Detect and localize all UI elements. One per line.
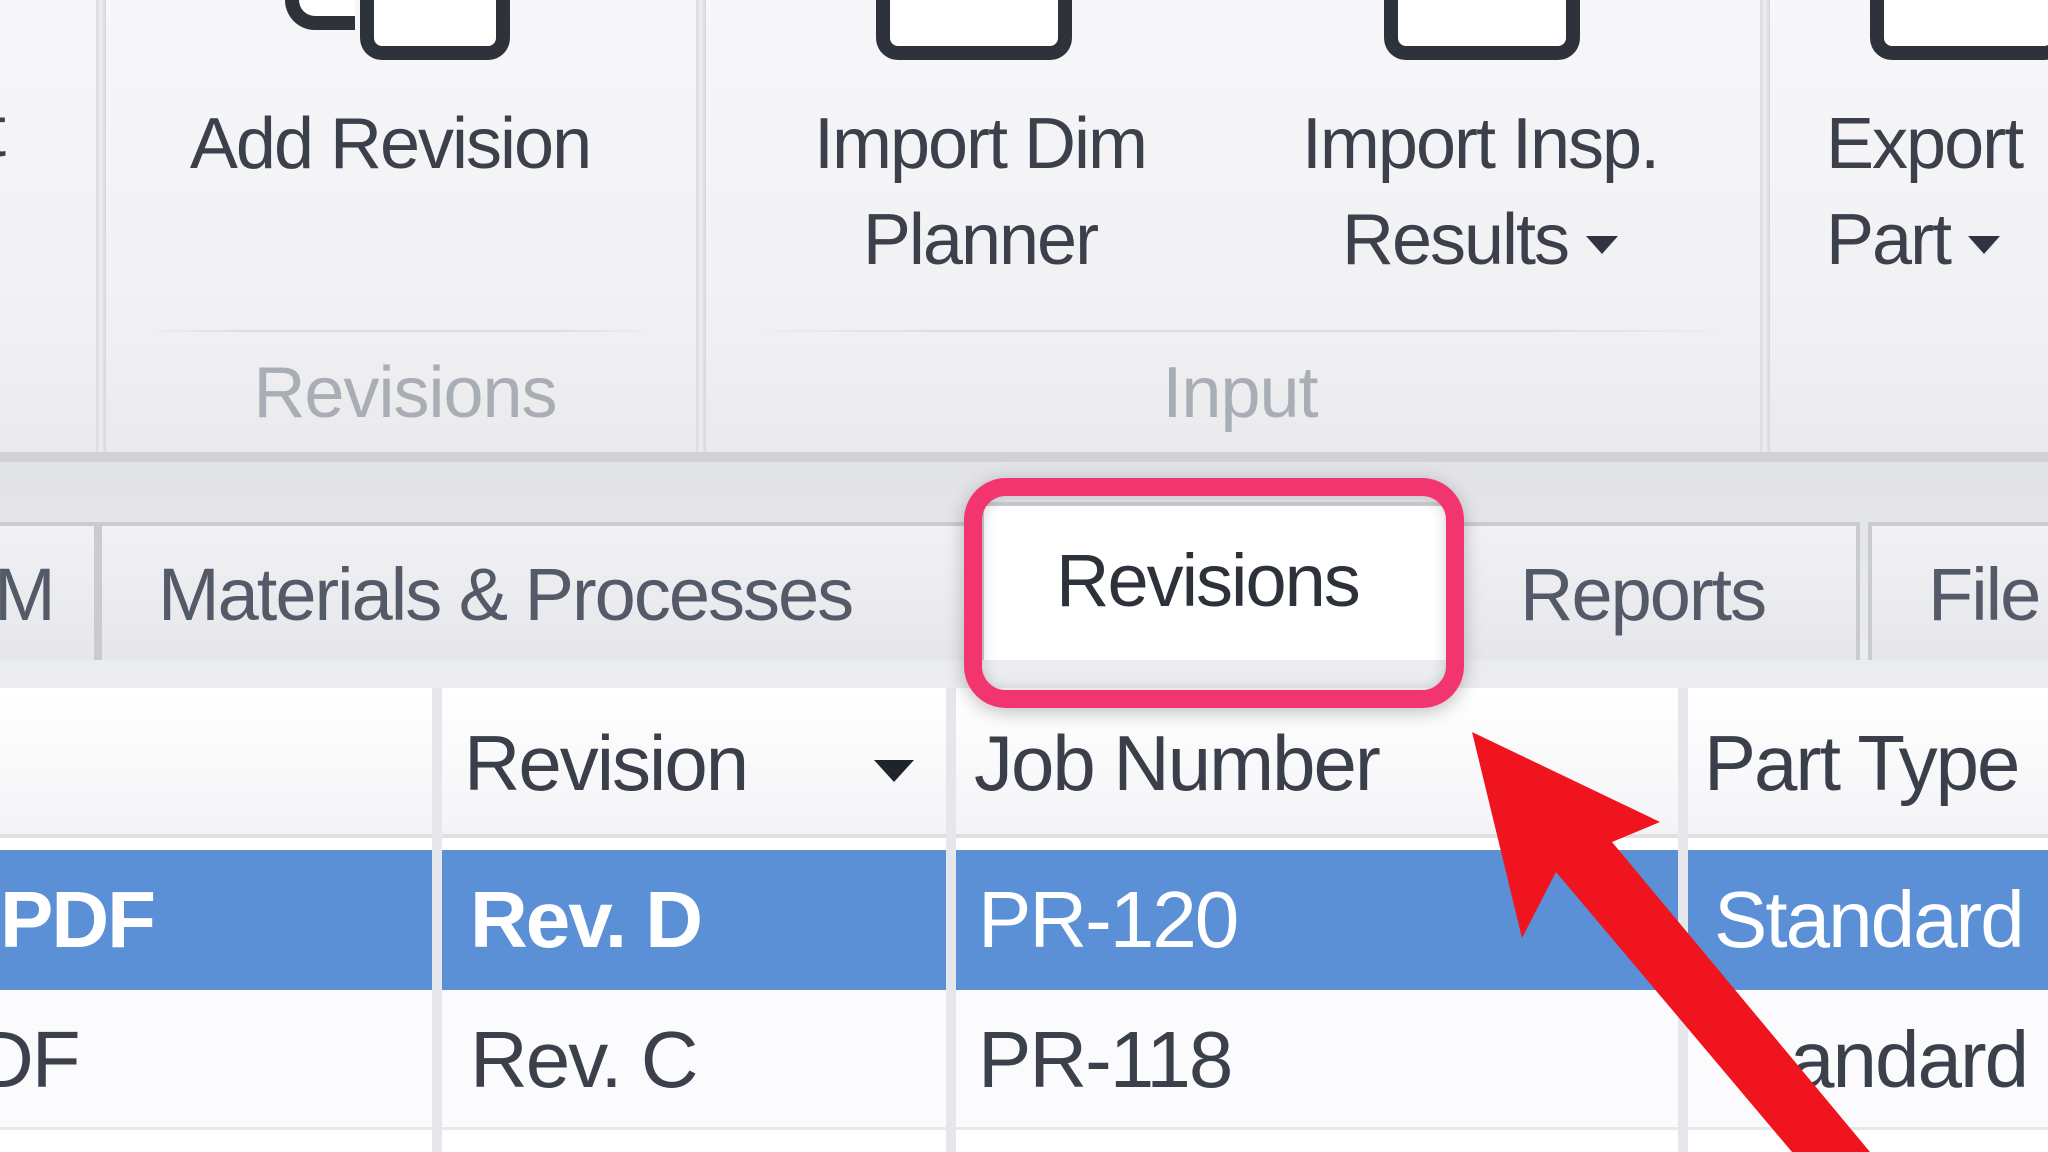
column-divider[interactable] bbox=[1678, 688, 1688, 1152]
tab-label: Revisions bbox=[1056, 539, 1361, 622]
tab-files[interactable]: File bbox=[1868, 522, 2048, 660]
group-divider-line bbox=[740, 330, 1740, 332]
column-header-label: Part Type bbox=[1704, 719, 2020, 807]
ribbon-group-separator bbox=[696, 0, 706, 452]
table-row[interactable]: DF Rev. C PR-118 andard bbox=[0, 990, 2048, 1130]
import-insp-results-label-line2: Results bbox=[1220, 192, 1740, 288]
import-dim-planner-button[interactable]: Import Dim Planner bbox=[740, 96, 1220, 288]
tab-partial[interactable]: M bbox=[0, 522, 98, 660]
tab-materials-processes[interactable]: Materials & Processes bbox=[98, 522, 978, 660]
ribbon-group-separator bbox=[1760, 0, 1770, 452]
column-divider[interactable] bbox=[946, 688, 956, 1152]
column-header-part-type[interactable]: Part Type bbox=[1680, 688, 2048, 838]
import-dim-planner-icon bbox=[876, 0, 1072, 60]
column-header-revision[interactable]: Revision bbox=[440, 688, 950, 838]
export-part-icon bbox=[1870, 0, 2048, 60]
column-header-label: Revision bbox=[464, 719, 749, 807]
table-row-selected[interactable]: PDF Rev. D PR-120 Standard bbox=[0, 850, 2048, 990]
group-divider-line bbox=[140, 330, 660, 332]
sort-desc-icon[interactable] bbox=[874, 760, 914, 782]
tab-revisions[interactable]: Revisions bbox=[980, 502, 1450, 660]
ribbon-button-partial[interactable]: t bbox=[0, 84, 26, 180]
tab-label: M bbox=[0, 553, 56, 636]
import-dim-planner-label-line1: Import Dim bbox=[813, 104, 1148, 184]
cell-part-type: Standard bbox=[1714, 875, 2025, 964]
export-part-label-line2: Part bbox=[1826, 192, 2048, 288]
revisions-grid: Revision Job Number Part Type PDF Rev. D… bbox=[0, 688, 2048, 1152]
cell-part-type: andard bbox=[1790, 1015, 2029, 1104]
import-insp-results-icon bbox=[1384, 0, 1580, 60]
cell-first: PDF bbox=[0, 875, 156, 964]
column-header-blank[interactable] bbox=[0, 688, 440, 838]
ribbon: t Add Revision Revisions Import Dim Plan… bbox=[0, 0, 2048, 462]
column-divider[interactable] bbox=[432, 688, 442, 1152]
export-part-button[interactable]: Export Part bbox=[1826, 96, 2048, 288]
add-revision-icon bbox=[360, 0, 510, 60]
tab-reports[interactable]: Reports bbox=[1450, 522, 1860, 660]
cell-revision: Rev. D bbox=[470, 875, 703, 964]
tab-label: Reports bbox=[1520, 553, 1767, 636]
cell-revision: Rev. C bbox=[470, 1015, 699, 1104]
chevron-down-icon bbox=[1968, 235, 2001, 254]
add-revision-button[interactable]: Add Revision bbox=[140, 96, 640, 192]
ribbon-group-separator bbox=[96, 0, 106, 452]
import-dim-planner-label-line2: Planner bbox=[862, 200, 1099, 280]
export-part-label-line1: Export bbox=[1826, 104, 2024, 184]
column-header-label: Job Number bbox=[974, 719, 1381, 807]
tab-strip: M Materials & Processes Revisions Report… bbox=[0, 462, 2048, 688]
ribbon-button-label: t bbox=[0, 84, 26, 180]
ribbon-group-label-input: Input bbox=[1162, 353, 1318, 433]
tab-label: Materials & Processes bbox=[158, 553, 854, 636]
cell-job-number: PR-120 bbox=[978, 875, 1239, 964]
ribbon-group-label-revisions: Revisions bbox=[253, 353, 557, 433]
add-revision-icon-accent bbox=[285, 0, 355, 30]
column-header-job-number[interactable]: Job Number bbox=[950, 688, 1680, 838]
chevron-down-icon bbox=[1586, 235, 1619, 254]
import-insp-results-label-line1: Import Insp. bbox=[1301, 104, 1660, 184]
import-insp-results-button[interactable]: Import Insp. Results bbox=[1220, 96, 1740, 288]
add-revision-label: Add Revision bbox=[189, 104, 592, 184]
application-window: t Add Revision Revisions Import Dim Plan… bbox=[0, 0, 2048, 1152]
cell-job-number: PR-118 bbox=[978, 1015, 1233, 1104]
tab-label: File bbox=[1928, 553, 2041, 636]
cell-first: DF bbox=[0, 1015, 81, 1104]
